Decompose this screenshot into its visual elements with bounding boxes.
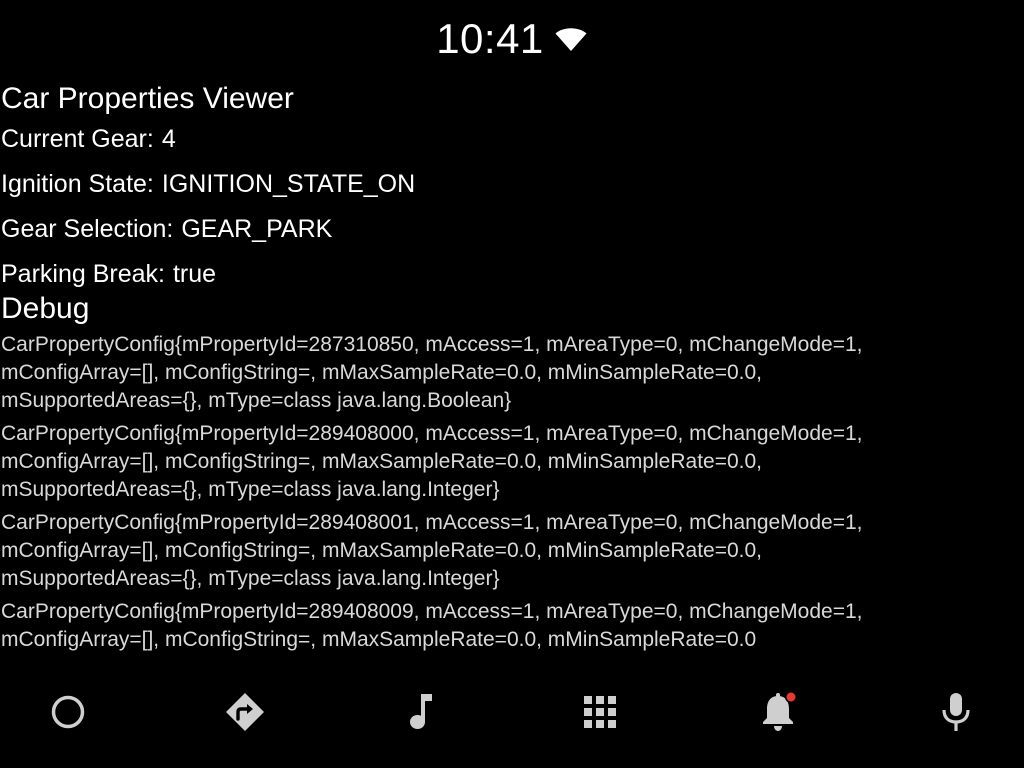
property-value: 4 [161, 125, 176, 153]
microphone-icon [942, 693, 970, 731]
navigation-button[interactable] [209, 676, 281, 748]
property-label: Parking Break: [1, 260, 165, 288]
home-button[interactable] [32, 676, 104, 748]
debug-entry: CarPropertyConfig{mPropertyId=289408000,… [1, 422, 863, 501]
music-button[interactable] [386, 676, 458, 748]
property-row-ignition-state: Ignition State: IGNITION_STATE_ON [1, 169, 1011, 199]
property-value: IGNITION_STATE_ON [161, 170, 416, 198]
property-row-gear-selection: Gear Selection: GEAR_PARK [1, 214, 1011, 244]
notification-badge [786, 692, 796, 702]
status-bar: 10:41 [0, 0, 1024, 78]
status-clock: 10:41 [436, 15, 544, 62]
navigation-bar [0, 656, 1024, 768]
property-row-current-gear: Current Gear: 4 [1, 124, 1011, 154]
property-value: true [172, 260, 217, 288]
property-label: Gear Selection: [1, 215, 174, 243]
home-circle-icon [51, 695, 85, 729]
property-value: GEAR_PARK [181, 215, 333, 243]
debug-entry: CarPropertyConfig{mPropertyId=287310850,… [1, 333, 863, 412]
app-launcher-button[interactable] [564, 676, 636, 748]
app-grid-icon [584, 696, 616, 728]
wifi-icon [555, 28, 587, 51]
property-row-parking-break: Parking Break: true [1, 259, 1011, 289]
notifications-button[interactable] [742, 676, 814, 748]
debug-entry: CarPropertyConfig{mPropertyId=289408009,… [1, 600, 863, 651]
app-title: Car Properties Viewer [1, 82, 294, 115]
navigation-icon [226, 693, 264, 731]
voice-assistant-button[interactable] [920, 676, 992, 748]
debug-heading: Debug [1, 292, 90, 325]
music-note-icon [410, 694, 432, 729]
property-label: Ignition State: [1, 170, 154, 198]
notification-bell-icon [763, 691, 797, 731]
debug-entry: CarPropertyConfig{mPropertyId=289408001,… [1, 511, 863, 590]
main-content[interactable]: Car Properties Viewer Current Gear: 4 Ign… [1, 80, 1011, 656]
property-label: Current Gear: [1, 125, 154, 153]
